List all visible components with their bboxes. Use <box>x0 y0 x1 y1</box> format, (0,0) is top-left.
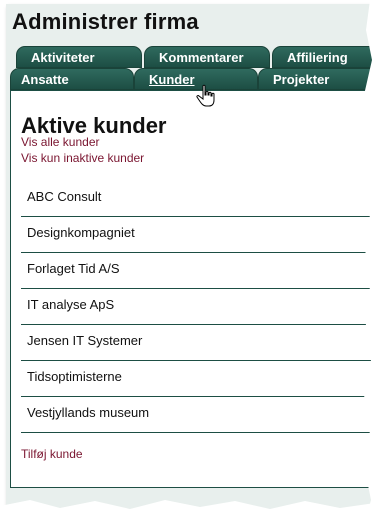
admin-window: Administrer firma Aktiviteter Kommentare… <box>6 4 380 512</box>
tab-kommentarer[interactable]: Kommentarer <box>144 46 270 68</box>
torn-edge-bottom <box>0 500 382 518</box>
customer-list: ABC Consult Designkompagniet Forlaget Ti… <box>21 181 380 433</box>
show-all-customers-link[interactable]: Vis alle kunder <box>21 135 100 149</box>
tab-label: Kommentarer <box>159 50 244 65</box>
customer-item-it-analyse[interactable]: IT analyse ApS <box>21 289 380 325</box>
tab-label: Affiliering <box>287 50 348 65</box>
hand-pointer-icon <box>196 84 215 107</box>
customer-item-jensen-it[interactable]: Jensen IT Systemer <box>21 325 380 361</box>
tab-label: Ansatte <box>21 72 69 87</box>
tab-aktiviteter[interactable]: Aktiviteter <box>16 46 142 68</box>
customer-item-designkompagniet[interactable]: Designkompagniet <box>21 217 380 253</box>
torn-edge-right <box>364 0 382 518</box>
customer-item-abc-consult[interactable]: ABC Consult <box>21 181 380 217</box>
tab-ansatte[interactable]: Ansatte <box>10 68 134 90</box>
show-inactive-customers-link[interactable]: Vis kun inaktive kunder <box>21 151 144 165</box>
tab-label: Kunder <box>149 72 195 87</box>
add-customer-link[interactable]: Tilføj kunde <box>21 447 83 461</box>
customer-item-tidsoptimisterne[interactable]: Tidsoptimisterne <box>21 361 380 397</box>
tab-label: Aktiviteter <box>31 50 95 65</box>
customer-item-forlaget-tid[interactable]: Forlaget Tid A/S <box>21 253 380 289</box>
customers-panel: Aktive kunder Vis alle kunder Vis kun in… <box>10 90 380 488</box>
customer-item-vestjyllands-museum[interactable]: Vestjyllands museum <box>21 397 380 433</box>
page-title: Administrer firma <box>12 9 199 34</box>
tab-label: Projekter <box>273 72 330 87</box>
